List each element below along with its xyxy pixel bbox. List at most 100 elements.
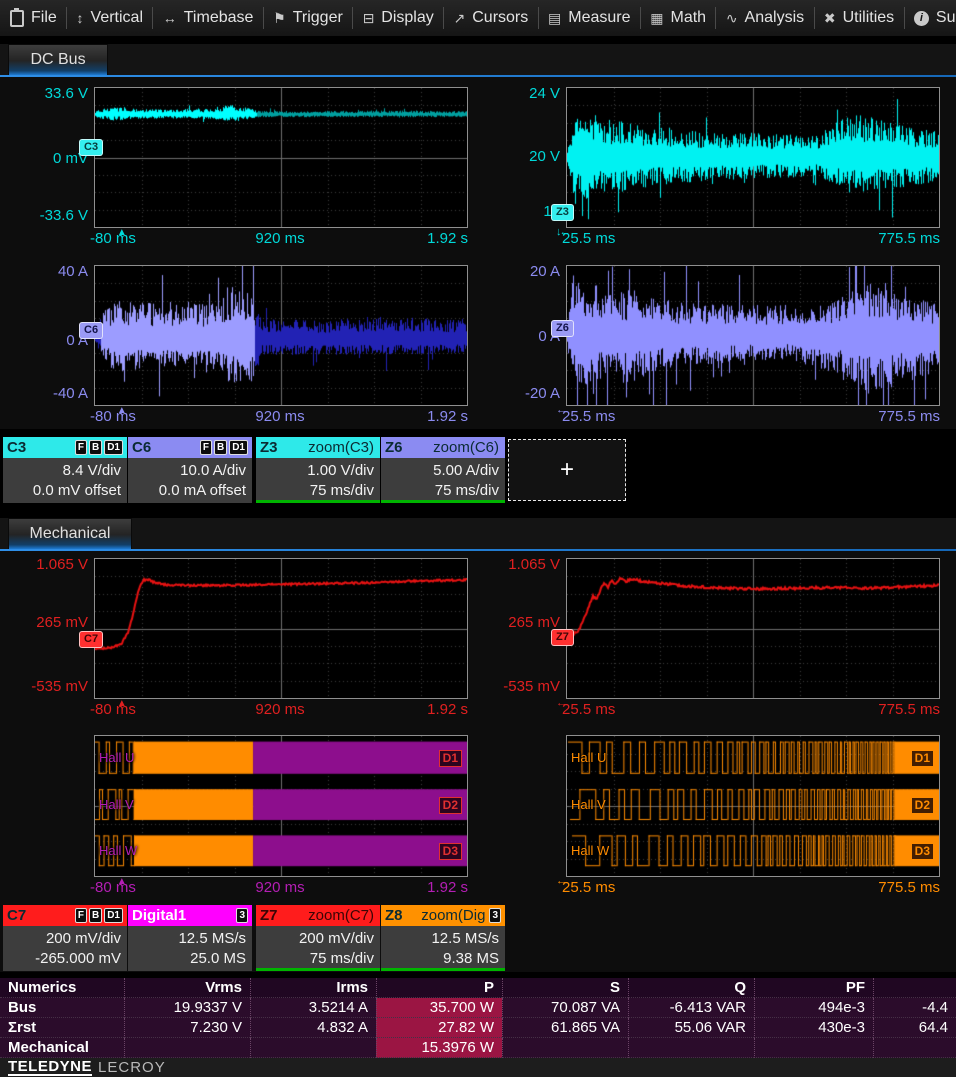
numerics-value: 15.3976 W <box>376 1038 502 1058</box>
channel-descriptor-z6[interactable]: Z6zoom(C6)5.00 A/div75 ms/div <box>381 437 505 503</box>
numerics-row-label: Mechanical <box>0 1038 124 1058</box>
numerics-value <box>502 1038 628 1058</box>
descriptor-offset: 75 ms/div <box>262 949 374 969</box>
menu-separator <box>66 7 67 29</box>
menu-item-measure[interactable]: ▤Measure <box>548 9 630 27</box>
numerics-column-header: Vrms <box>124 978 250 998</box>
menu-item-timebase[interactable]: ↔Timebase <box>163 9 254 27</box>
numerics-row-mechanical: Mechanical 15.3976 W <box>0 1038 956 1058</box>
dc-bus-voltage-grid-x-label: -80 ms <box>90 230 136 247</box>
trigger-position-marker: ▲ <box>117 405 127 416</box>
hall-digital-zoom-grid-plot[interactable]: Hall UD1Hall VD2Hall WD3 <box>566 735 940 877</box>
logo-teledyne: TELEDYNE <box>8 1059 92 1076</box>
trigger-position-marker: ▲ <box>117 698 127 709</box>
channel-indicator-c6[interactable]: C6 <box>79 322 103 339</box>
channel-descriptor-z8[interactable]: Z8zoom(Dig312.5 MS/s9.38 MS <box>381 905 505 971</box>
menu-separator <box>715 7 716 29</box>
descriptor-badge: F <box>200 440 212 455</box>
descriptor-scale: 12.5 MS/s <box>134 929 246 949</box>
menu-separator <box>904 7 905 29</box>
vertical-arrows-icon: ↕ <box>77 11 84 25</box>
dc-bus-current-zoom-grid-y-label: -20 A <box>472 385 560 402</box>
zoom-active-bar <box>381 968 505 971</box>
descriptor-badge: B <box>89 440 102 455</box>
menu-item-label: Timebase <box>184 9 254 27</box>
channel-descriptor-z3[interactable]: Z3zoom(C3)1.00 V/div75 ms/div <box>256 437 380 503</box>
menu-item-cursors[interactable]: ↗Cursors <box>454 9 529 27</box>
zoom-active-bar <box>256 968 380 971</box>
menu-item-label: Display <box>381 9 433 27</box>
channel-descriptor-c7[interactable]: C7FBD1200 mV/div-265.000 mV <box>3 905 127 971</box>
descriptor-scale: 200 mV/div <box>9 929 121 949</box>
tab-dc-bus[interactable]: DC Bus <box>8 44 108 75</box>
menu-item-display[interactable]: ⊟Display <box>363 9 434 27</box>
menu-item-trigger[interactable]: ⚑Trigger <box>273 9 343 27</box>
dc-bus-voltage-zoom-grid-x-axis: 25.5 ms775.5 ms↓← <box>566 230 938 248</box>
numerics-row-bus: Bus19.9337 V3.5214 A35.700 W70.087 VA-6.… <box>0 998 956 1018</box>
dc-bus-current-grid-plot[interactable] <box>94 265 468 406</box>
channel-indicator-c3[interactable]: C3 <box>79 139 103 156</box>
file-icon <box>10 10 24 27</box>
menu-separator <box>443 7 444 29</box>
numerics-value: 64.4 <box>873 1018 956 1038</box>
numerics-row-σrst: Σrst7.230 V4.832 A27.82 W61.865 VA55.06 … <box>0 1018 956 1038</box>
channel-indicator-z7[interactable]: Z7 <box>551 629 574 646</box>
menu-item-vertical[interactable]: ↕ Vertical <box>77 9 143 27</box>
dc-bus-voltage-grid-plot[interactable] <box>94 87 468 228</box>
numerics-column-header: Irms <box>250 978 376 998</box>
menu-bar: File ↕ Vertical ↔Timebase ⚑Trigger ⊟Display ↗C… <box>0 0 956 36</box>
dc-bus-voltage-grid-x-label: 920 ms <box>255 230 304 247</box>
dc-bus-current-zoom-grid-plot[interactable] <box>566 265 940 406</box>
trigger-position-marker: ▲ <box>117 876 127 887</box>
plus-icon: + <box>560 456 574 484</box>
menu-item-math[interactable]: ▦Math <box>650 9 706 27</box>
digital-channel-badge: D3 <box>439 843 462 860</box>
dc-bus-voltage-zoom-grid-y-label: 16 <box>472 203 560 220</box>
menu-item-file[interactable]: File <box>10 9 57 27</box>
mechanical-tab-row: Mechanical <box>0 518 956 551</box>
descriptor-title: Z3 <box>260 439 278 456</box>
descriptor-scale: 200 mV/div <box>262 929 374 949</box>
add-trace-button[interactable]: + <box>508 439 626 501</box>
channel-descriptor-c6[interactable]: C6FBD110.0 A/div0.0 mA offset <box>128 437 252 503</box>
flag-icon: ⚑ <box>273 11 286 25</box>
dc-bus-voltage-zoom-grid-plot[interactable] <box>566 87 940 228</box>
numerics-value <box>754 1038 873 1058</box>
menu-item-utilities[interactable]: ✖Utilities <box>824 9 894 27</box>
hall-digital-zoom-grid-x-label: 25.5 ms <box>562 879 615 896</box>
descriptor-badge: 3 <box>489 908 501 923</box>
numerics-value <box>250 1038 376 1058</box>
mechanical-speed-zoom-grid-plot[interactable] <box>566 558 940 699</box>
dc-bus-current-zoom-grid-x-label: 25.5 ms <box>562 408 615 425</box>
channel-indicator-z3[interactable]: Z3 <box>551 204 574 221</box>
numerics-value: 494e-3 <box>754 998 873 1018</box>
channel-descriptor-digital1[interactable]: Digital1312.5 MS/s25.0 MS <box>128 905 252 971</box>
mechanical-speed-grid-plot[interactable] <box>94 558 468 699</box>
numerics-value <box>628 1038 754 1058</box>
cursor-arrow-icon: ↗ <box>454 11 466 25</box>
channel-descriptor-c3[interactable]: C3FBD18.4 V/div0.0 mV offset <box>3 437 127 503</box>
menu-separator <box>352 7 353 29</box>
menu-item-support[interactable]: Support <box>914 9 956 27</box>
zoom-active-bar <box>381 500 505 503</box>
descriptor-offset: 75 ms/div <box>387 481 499 501</box>
hall-digital-grid-x-label: 1.92 s <box>427 879 468 896</box>
channel-indicator-c7[interactable]: C7 <box>79 631 103 648</box>
numerics-value: 4.832 A <box>250 1018 376 1038</box>
menu-item-analysis[interactable]: ∿Analysis <box>726 9 804 27</box>
channel-descriptor-z7[interactable]: Z7zoom(C7)200 mV/div75 ms/div <box>256 905 380 971</box>
digital-line-label-hall-v: Hall V <box>99 797 134 812</box>
hall-digital-zoom-grid-x-axis: 25.5 ms775.5 ms← <box>566 879 938 897</box>
descriptor-source: zoom(C7) <box>308 907 374 924</box>
digital-channel-badge: D1 <box>911 750 934 767</box>
channel-indicator-z6[interactable]: Z6 <box>551 320 574 337</box>
descriptor-offset: 0.0 mA offset <box>134 481 246 501</box>
numerics-value: 430e-3 <box>754 1018 873 1038</box>
menu-item-label: Vertical <box>91 9 143 27</box>
hall-digital-grid-plot[interactable]: Hall UD1Hall VD2Hall WD3 <box>94 735 468 877</box>
dc-bus-current-zoom-grid-y-label: 0 A <box>472 328 560 345</box>
tab-mechanical[interactable]: Mechanical <box>8 518 132 549</box>
dc-bus-voltage-zoom-grid-y-label: 20 V <box>472 148 560 165</box>
digital-channel-badge: D2 <box>911 797 934 814</box>
numerics-value: 19.9337 V <box>124 998 250 1018</box>
